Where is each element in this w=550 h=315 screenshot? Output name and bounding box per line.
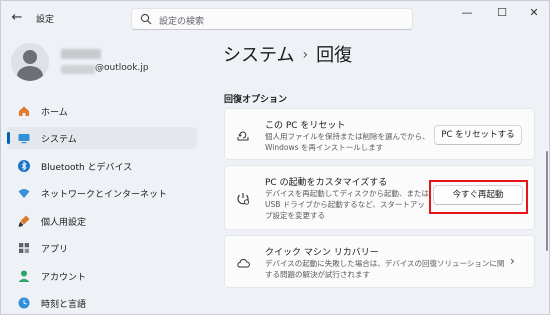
section-heading: 回復オプション: [224, 95, 288, 105]
maximize-button[interactable]: ☐: [486, 1, 518, 25]
title-bar: ← 設定 設定の検索 — ☐ ✕: [1, 1, 549, 35]
sidebar-item-personalization[interactable]: 個人用設定: [7, 210, 197, 232]
sidebar-item-apps[interactable]: アプリ: [7, 237, 197, 259]
close-button[interactable]: ✕: [518, 1, 549, 25]
clock-globe-icon: [17, 296, 31, 310]
bluetooth-icon: [17, 159, 31, 173]
option-title: この PC をリセット: [265, 121, 346, 131]
reset-pc-card: この PC をリセット 個人用ファイルを保持または削除を選んでから、Window…: [224, 108, 535, 160]
page-title: 回復: [316, 45, 353, 66]
settings-window: ← 設定 設定の検索 — ☐ ✕ @outlook.jp ホーム システム Bl…: [0, 0, 550, 315]
breadcrumb-separator: ›: [302, 47, 309, 63]
sidebar-item-label: システム: [41, 135, 77, 145]
sidebar-item-label: アカウント: [41, 273, 87, 283]
minimize-button[interactable]: —: [451, 1, 483, 25]
chevron-right-icon: ›: [510, 254, 515, 268]
sidebar-item-label: 時刻と言語: [41, 300, 87, 310]
brush-icon: [17, 214, 31, 228]
cloud-icon: [237, 259, 250, 268]
sidebar-item-label: ホーム: [41, 108, 68, 118]
option-title: PC の起動をカスタマイズする: [265, 178, 388, 188]
reset-pc-icon: [237, 131, 249, 141]
search-placeholder: 設定の検索: [159, 17, 205, 27]
sidebar-item-home[interactable]: ホーム: [7, 100, 197, 122]
sidebar-item-bluetooth[interactable]: Bluetooth とデバイス: [7, 155, 197, 177]
search-input[interactable]: 設定の検索: [131, 8, 413, 30]
avatar-body: [17, 66, 43, 81]
system-icon: [17, 131, 31, 145]
home-icon: [17, 104, 31, 118]
reset-pc-button[interactable]: PC をリセットする: [434, 125, 522, 145]
email-local-blurred: [61, 65, 95, 74]
user-email: @outlook.jp: [95, 63, 149, 73]
sidebar-item-label: 個人用設定: [41, 218, 87, 228]
wifi-icon: [17, 186, 31, 200]
sidebar-item-time-language[interactable]: 時刻と言語: [7, 292, 197, 314]
search-icon: [140, 13, 152, 25]
option-description: デバイスの起動に失敗した場合は、デバイスの回復ソリューションに関する問題の解決が…: [265, 259, 505, 279]
apps-icon: [17, 241, 31, 255]
sidebar-item-label: Bluetooth とデバイス: [41, 163, 133, 173]
sidebar-item-label: アプリ: [41, 245, 69, 255]
sidebar-item-label: ネットワークとインターネット: [41, 190, 168, 200]
breadcrumb-parent[interactable]: システム: [223, 45, 294, 66]
sidebar-item-system[interactable]: システム: [7, 127, 197, 149]
quick-machine-recovery-card[interactable]: クイック マシン リカバリー デバイスの起動に失敗した場合は、デバイスの回復ソリ…: [224, 235, 535, 288]
avatar-head: [23, 50, 37, 64]
account-icon: [17, 269, 31, 283]
app-title: 設定: [36, 15, 55, 25]
active-indicator: [7, 132, 10, 144]
back-button[interactable]: ←: [7, 9, 27, 27]
advanced-startup-icon: [237, 193, 250, 205]
breadcrumb: システム › 回復: [223, 41, 352, 67]
option-description: デバイスを再起動してディスクから起動、または USB ドライブから起動するなど、…: [265, 189, 430, 220]
sidebar-item-accounts[interactable]: アカウント: [7, 265, 197, 287]
option-description: 個人用ファイルを保持または削除を選んでから、Windows を再インストールしま…: [265, 132, 430, 152]
scrollbar[interactable]: [546, 151, 548, 251]
highlight-frame: [429, 180, 528, 214]
option-title: クイック マシン リカバリー: [265, 248, 379, 258]
sidebar-item-network[interactable]: ネットワークとインターネット: [7, 182, 197, 204]
back-arrow-icon: ←: [11, 10, 23, 25]
avatar[interactable]: [11, 43, 49, 81]
user-name-blurred: [61, 49, 101, 59]
